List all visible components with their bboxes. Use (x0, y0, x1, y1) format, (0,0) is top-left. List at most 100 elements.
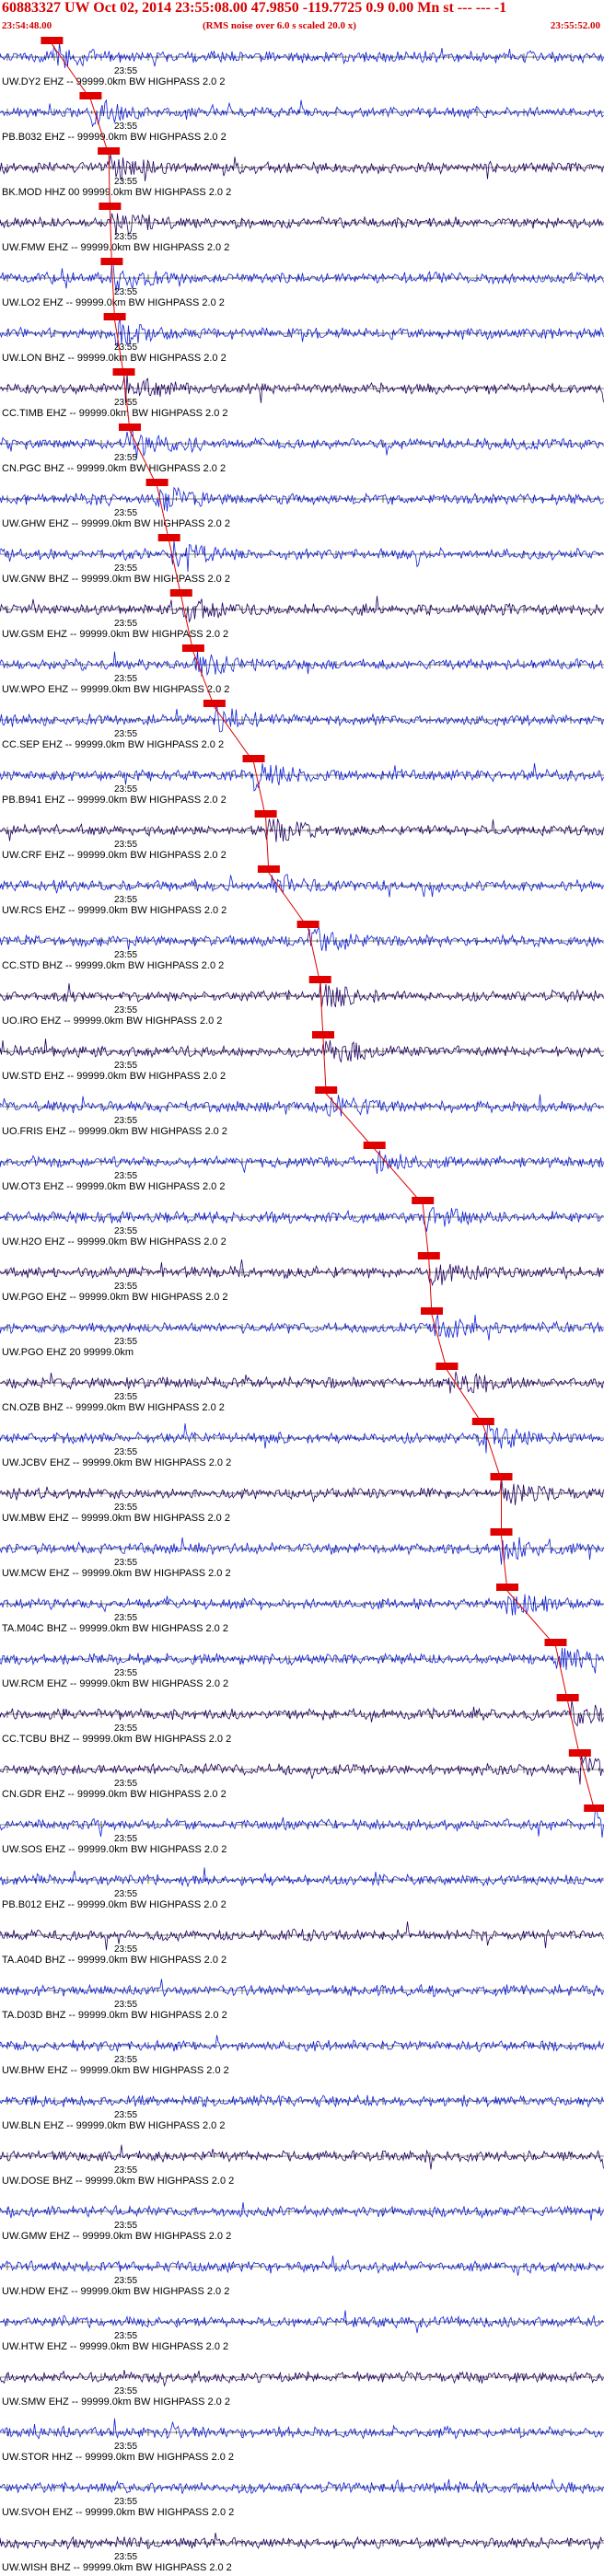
waveform (0, 927, 604, 952)
trace-row: PB.B012 EHZ -- 99999.0km BW HIGHPASS 2.0… (0, 1867, 604, 1910)
waveform (0, 2255, 604, 2276)
trace-row: UW.RCM EHZ -- 99999.0km BW HIGHPASS 2.0 … (0, 1639, 604, 1689)
waveform (0, 2144, 604, 2170)
tick-time-label: 23:55 (114, 1282, 137, 1292)
waveform (0, 2418, 604, 2440)
tick-time-label: 23:55 (114, 1558, 137, 1568)
station-label: CN.PGC BHZ -- 99999.0km BW HIGHPASS 2.0 … (2, 463, 226, 474)
waveform (0, 540, 604, 573)
tick-time-label: 23:55 (114, 1061, 137, 1071)
trace-row: UW.SMW EHZ -- 99999.0km BW HIGHPASS 2.0 … (0, 2370, 604, 2408)
tick-time-label: 23:55 (114, 453, 137, 463)
trace-row: UW.DOSE BHZ -- 99999.0km BW HIGHPASS 2.0… (0, 2144, 604, 2187)
tick-time-label: 23:55 (114, 2497, 137, 2507)
station-label: UW.MBW EHZ -- 99999.0km BW HIGHPASS 2.0 … (2, 1513, 230, 1524)
tick-time-label: 23:55 (114, 1834, 137, 1844)
trace-row: UW.H2O EHZ -- 99999.0km BW HIGHPASS 2.0 … (0, 1197, 604, 1247)
waveform (0, 1700, 604, 1727)
station-label: PB.B032 EHZ -- 99999.0km BW HIGHPASS 2.0… (2, 132, 226, 143)
station-label: UW.DY2 EHZ -- 99999.0km BW HIGHPASS 2.0 … (2, 76, 225, 87)
station-label: CN.GDR EHZ -- 99999.0km BW HIGHPASS 2.0 … (2, 1789, 226, 1800)
station-label: UW.GSM EHZ -- 99999.0km BW HIGHPASS 2.0 … (2, 629, 228, 640)
station-label: UW.JCBV EHZ -- 99999.0km BW HIGHPASS 2.0… (2, 1457, 231, 1468)
trace-row: UW.JCBV EHZ -- 99999.0km BW HIGHPASS 2.0… (0, 1418, 604, 1468)
tick-time-label: 23:55 (114, 784, 137, 795)
trace-row: CC.TIMB EHZ -- 99999.0km BW HIGHPASS 2.0… (0, 368, 604, 419)
station-label: UW.MCW EHZ -- 99999.0km BW HIGHPASS 2.0 … (2, 1568, 231, 1579)
trace-row: TA.A04D BHZ -- 99999.0km BW HIGHPASS 2.0… (0, 1921, 604, 1966)
waveform (0, 703, 604, 733)
trace-row: TA.M04C BHZ -- 99999.0km BW HIGHPASS 2.0… (0, 1584, 604, 1634)
tick-time-label: 23:55 (114, 508, 137, 518)
waveform (0, 99, 604, 128)
station-label: UW.CRF EHZ -- 99999.0km BW HIGHPASS 2.0 … (2, 850, 226, 861)
station-label: UW.HTW EHZ -- 99999.0km BW HIGHPASS 2.0 … (2, 2341, 228, 2352)
tick-time-label: 23:55 (114, 122, 137, 132)
tick-time-label: 23:55 (114, 2552, 137, 2562)
tick-time-label: 23:55 (114, 2276, 137, 2286)
tick-time-label: 23:55 (114, 2110, 137, 2120)
trace-row: UO.IRO EHZ -- 99999.0km BW HIGHPASS 2.0 … (0, 976, 604, 1027)
trace-row: UW.STD EHZ -- 99999.0km BW HIGHPASS 2.0 … (0, 1031, 604, 1082)
tick-time-label: 23:55 (114, 1171, 137, 1181)
pick-marker (471, 1418, 494, 1425)
trace-row: UW.BHW EHZ -- 99999.0km BW HIGHPASS 2.0 … (0, 2035, 604, 2076)
tick-time-label: 23:55 (114, 287, 137, 297)
waveform (0, 981, 604, 1007)
tick-time-label: 23:55 (114, 1392, 137, 1402)
pick-marker (145, 479, 168, 486)
station-label: UW.FMW EHZ -- 99999.0km BW HIGHPASS 2.0 … (2, 242, 229, 253)
waveform (0, 2094, 604, 2108)
tick-time-label: 23:55 (114, 2331, 137, 2341)
station-label: TA.A04D BHZ -- 99999.0km BW HIGHPASS 2.0… (2, 1955, 226, 1966)
station-label: UW.SOS EHZ -- 99999.0km BW HIGHPASS 2.0 … (2, 1844, 226, 1855)
trace-row: CC.TCBU BHZ -- 99999.0km BW HIGHPASS 2.0… (0, 1694, 604, 1745)
trace-row: UW.SVOH EHZ -- 99999.0km BW HIGHPASS 2.0… (0, 2477, 604, 2518)
waveform (0, 213, 604, 236)
tick-time-label: 23:55 (114, 1779, 137, 1789)
waveform (0, 486, 604, 512)
trace-row: UW.PGO EHZ 20 99999.0km23:55 (0, 1307, 604, 1358)
tick-time-label: 23:55 (114, 2386, 137, 2396)
trace-row: CN.OZB BHZ -- 99999.0km BW HIGHPASS 2.0 … (0, 1363, 604, 1413)
tick-time-label: 23:55 (114, 729, 137, 739)
trace-row: UW.CRF EHZ -- 99999.0km BW HIGHPASS 2.0 … (0, 810, 604, 861)
station-label: UW.BLN EHZ -- 99999.0km BW HIGHPASS 2.0 … (2, 2120, 225, 2131)
station-label: CN.OZB BHZ -- 99999.0km BW HIGHPASS 2.0 … (2, 1402, 225, 1413)
tick-time-label: 23:55 (114, 1613, 137, 1623)
tick-time-label: 23:55 (114, 619, 137, 629)
waveform (0, 1647, 604, 1674)
station-label: UO.IRO EHZ -- 99999.0km BW HIGHPASS 2.0 … (2, 1015, 222, 1027)
waveform (0, 260, 604, 292)
trace-row: TA.D03D BHZ -- 99999.0km BW HIGHPASS 2.0… (0, 1978, 604, 2021)
station-label: UW.SMW EHZ -- 99999.0km BW HIGHPASS 2.0 … (2, 2396, 230, 2408)
waveform (0, 1150, 604, 1175)
station-label: UW.H2O EHZ -- 99999.0km BW HIGHPASS 2.0 … (2, 1236, 226, 1247)
seismogram-panel: UW.DY2 EHZ -- 99999.0km BW HIGHPASS 2.0 … (0, 37, 604, 2573)
tick-time-label: 23:55 (114, 1116, 137, 1126)
trace-row: PB.B941 EHZ -- 99999.0km BW HIGHPASS 2.0… (0, 755, 604, 806)
waveform (0, 1537, 604, 1565)
trace-row: UW.SOS EHZ -- 99999.0km BW HIGHPASS 2.0 … (0, 1804, 604, 1855)
station-label: UW.LON BHZ -- 99999.0km BW HIGHPASS 2.0 … (2, 353, 226, 364)
trace-row: UW.STOR HHZ -- 99999.0km BW HIGHPASS 2.0… (0, 2418, 604, 2463)
waveform (0, 2532, 604, 2550)
trace-row: UW.RCS EHZ -- 99999.0km BW HIGHPASS 2.0 … (0, 865, 604, 916)
waveform (0, 1921, 604, 1951)
tick-time-label: 23:55 (114, 1889, 137, 1899)
station-label: UW.BHW EHZ -- 99999.0km BW HIGHPASS 2.0 … (2, 2065, 229, 2076)
station-label: UW.PGO EHZ 20 99999.0km (2, 1347, 134, 1358)
station-label: TA.D03D BHZ -- 99999.0km BW HIGHPASS 2.0… (2, 2010, 227, 2021)
station-label: UW.RCM EHZ -- 99999.0km BW HIGHPASS 2.0 … (2, 1678, 228, 1689)
trace-row: UW.MCW EHZ -- 99999.0km BW HIGHPASS 2.0 … (0, 1528, 604, 1579)
tick-time-label: 23:55 (114, 2442, 137, 2452)
pick-marker (242, 755, 265, 762)
waveform (0, 1477, 604, 1505)
station-label: TA.M04C BHZ -- 99999.0km BW HIGHPASS 2.0… (2, 1623, 228, 1634)
station-label: UW.WISH BHZ -- 99999.0km BW HIGHPASS 2.0… (2, 2562, 232, 2573)
waveform (0, 596, 604, 623)
station-label: PB.B012 EHZ -- 99999.0km BW HIGHPASS 2.0… (2, 1899, 226, 1910)
trace-row: UW.MBW EHZ -- 99999.0km BW HIGHPASS 2.0 … (0, 1473, 604, 1524)
tick-time-label: 23:55 (114, 1005, 137, 1015)
trace-row: CC.STD BHZ -- 99999.0km BW HIGHPASS 2.0 … (0, 921, 604, 971)
